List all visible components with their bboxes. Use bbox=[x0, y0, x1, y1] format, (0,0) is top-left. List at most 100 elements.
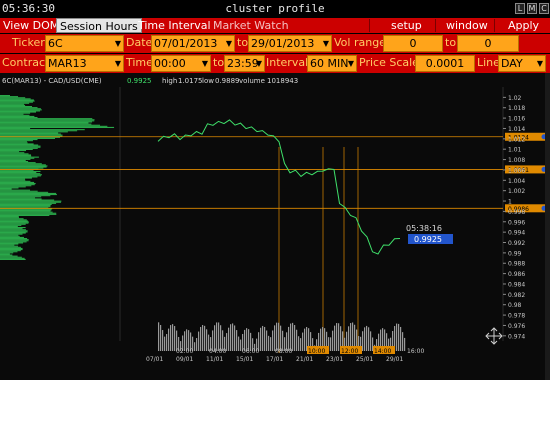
profile-bar bbox=[0, 184, 35, 186]
profile-bar bbox=[0, 143, 34, 145]
profile-bar bbox=[0, 192, 57, 194]
profile-bar bbox=[0, 154, 31, 156]
profile-bar bbox=[0, 249, 23, 251]
volume-bar bbox=[302, 332, 304, 351]
y-tick-label: 1.01 bbox=[508, 147, 522, 154]
profile-bar bbox=[0, 203, 52, 205]
profile-bar bbox=[0, 167, 44, 169]
profile-bar bbox=[0, 209, 52, 211]
vol-to-input[interactable]: 0 bbox=[457, 35, 519, 52]
profile-bar bbox=[0, 186, 26, 188]
profile-bar bbox=[0, 205, 51, 207]
y-tick-label: 0.988 bbox=[508, 261, 525, 268]
menu-time-interval[interactable]: Time Interval bbox=[135, 18, 214, 33]
profile-bar bbox=[0, 162, 36, 164]
profile-bar bbox=[0, 124, 101, 126]
menu-view-dom[interactable]: View DOM bbox=[0, 18, 62, 33]
profile-bar bbox=[0, 187, 19, 189]
time-to-select[interactable]: 23:59 ▼ bbox=[224, 55, 265, 72]
cursor-price: 0.9925 bbox=[414, 235, 442, 244]
profile-bar bbox=[0, 228, 23, 230]
profile-bar bbox=[0, 156, 39, 158]
profile-bar bbox=[0, 229, 26, 231]
vertical-scrollbar[interactable] bbox=[545, 73, 550, 380]
volume-bar bbox=[164, 336, 166, 351]
time-label: Time bbox=[126, 56, 153, 69]
date-from-select[interactable]: 07/01/2013 ▼ bbox=[151, 35, 235, 52]
profile-bar bbox=[0, 256, 22, 258]
profile-bar bbox=[0, 131, 68, 133]
profile-bar bbox=[0, 119, 95, 121]
profile-bar bbox=[0, 97, 26, 99]
contract-select[interactable]: MAR13 ▼ bbox=[45, 55, 124, 72]
profile-bar bbox=[0, 165, 48, 167]
profile-bar bbox=[0, 164, 46, 166]
menu-setup[interactable]: setup bbox=[388, 18, 425, 33]
volume-bar bbox=[402, 332, 404, 351]
ticker-select[interactable]: 6C ▼ bbox=[45, 35, 124, 52]
profile-bar bbox=[0, 108, 41, 110]
vol-from-input[interactable]: 0 bbox=[383, 35, 443, 52]
profile-bar bbox=[0, 140, 33, 142]
interval-value: 60 MIN bbox=[310, 57, 349, 70]
time-from-select[interactable]: 00:00 ▼ bbox=[151, 55, 211, 72]
profile-bar bbox=[0, 220, 28, 222]
volume-bar bbox=[338, 323, 340, 351]
menu-apply[interactable]: Apply bbox=[505, 18, 542, 33]
time-tick-label: 10:00 bbox=[308, 348, 325, 355]
interval-select[interactable]: 60 MIN ▼ bbox=[307, 55, 357, 72]
line-select[interactable]: DAY ▼ bbox=[498, 55, 546, 72]
profile-bar bbox=[0, 235, 20, 237]
volume-bar bbox=[298, 336, 300, 351]
profile-bar bbox=[0, 106, 33, 108]
profile-bar bbox=[0, 102, 30, 104]
title-bar: 05:36:30 cluster profile L M C bbox=[0, 0, 550, 18]
profile-bar bbox=[0, 114, 30, 116]
profile-bar bbox=[0, 211, 53, 213]
volume-bar bbox=[230, 324, 232, 351]
menu-bar: View DOM Session Hours Time Interval Mar… bbox=[0, 18, 550, 33]
window-button-m[interactable]: M bbox=[527, 3, 537, 14]
date-to-select[interactable]: 29/01/2013 ▼ bbox=[248, 35, 332, 52]
price-scale-input[interactable]: 0.0001 bbox=[415, 55, 475, 72]
menu-window[interactable]: window bbox=[443, 18, 491, 33]
contract-value: MAR13 bbox=[48, 57, 87, 70]
profile-bar bbox=[0, 144, 39, 146]
cluster-profile-chart[interactable]: 1.01241.00610.9986 1.021.0181.0161.0141.… bbox=[0, 73, 550, 380]
window-button-l[interactable]: L bbox=[515, 3, 525, 14]
profile-bar bbox=[0, 255, 18, 257]
last-price: 0.9925 bbox=[127, 77, 152, 85]
chevron-down-icon: ▼ bbox=[114, 59, 121, 68]
volume-bar bbox=[260, 327, 262, 351]
profile-bar bbox=[0, 236, 24, 238]
volume-bar bbox=[158, 322, 160, 351]
profile-bar bbox=[0, 115, 35, 117]
time-to-label: to bbox=[213, 56, 225, 69]
time-tick-label: 06:00 bbox=[242, 348, 259, 355]
window-button-c[interactable]: C bbox=[539, 3, 549, 14]
y-tick-label: 0.984 bbox=[508, 281, 525, 288]
profile-bar bbox=[0, 159, 26, 161]
menu-session-hours[interactable]: Session Hours bbox=[56, 18, 142, 33]
menu-market-watch[interactable]: Market Watch bbox=[210, 18, 292, 33]
chart-area[interactable]: 1.0124 1.0061 0.9986 1.02 1.018 1.016 1.014 1.… bbox=[0, 73, 550, 380]
volume-bar bbox=[196, 338, 198, 351]
time-to-value: 23:59 bbox=[227, 57, 259, 70]
volume-bar bbox=[334, 325, 336, 351]
volume-bar bbox=[272, 330, 274, 351]
chevron-down-icon: ▼ bbox=[255, 59, 262, 68]
profile-bar bbox=[0, 172, 37, 174]
y-tick-label: 1.012 bbox=[508, 136, 525, 143]
volume-bar bbox=[204, 325, 206, 351]
volume-bar bbox=[336, 323, 338, 351]
volume-bar bbox=[270, 337, 272, 351]
profile-bar bbox=[0, 224, 22, 226]
volume-bar bbox=[290, 323, 292, 351]
profile-bar bbox=[0, 238, 28, 240]
profile-bar bbox=[0, 191, 49, 193]
profile-bar bbox=[0, 95, 10, 97]
window-title: cluster profile bbox=[225, 2, 325, 15]
profile-bar bbox=[0, 123, 92, 125]
date-tick-label: 17/01 bbox=[266, 356, 283, 363]
volume-bar bbox=[236, 330, 238, 351]
